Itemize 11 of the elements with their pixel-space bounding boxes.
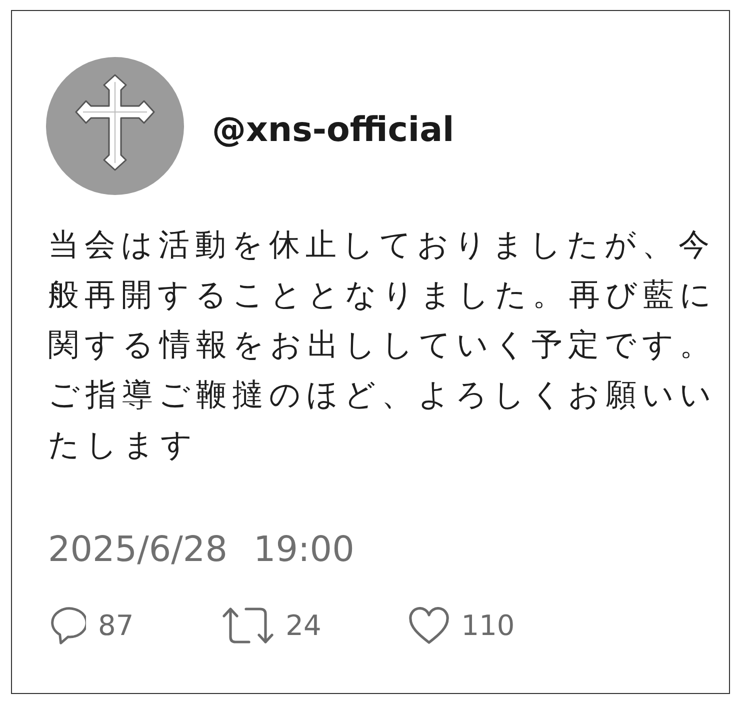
heart-icon[interactable] bbox=[409, 606, 450, 644]
stat-count: 110 bbox=[461, 612, 515, 640]
speech-bubble-icon[interactable] bbox=[48, 606, 86, 645]
post-date: 2025/6/28 bbox=[48, 530, 228, 570]
cross-avatar-icon bbox=[46, 57, 184, 195]
repost-icon[interactable] bbox=[222, 607, 274, 644]
stat-count: 24 bbox=[286, 612, 322, 640]
post-text: 当会は活動を休止しておりましたが、今般再開することとなりました。再び藍に関する情報をお出ししていく予定です。ご指導ご鞭撻のほど、よろしくお願いいたします bbox=[48, 226, 718, 465]
post-time: 19:00 bbox=[253, 530, 354, 570]
stat-count: 87 bbox=[98, 612, 134, 640]
account-handle[interactable]: @xns-official bbox=[212, 113, 454, 147]
